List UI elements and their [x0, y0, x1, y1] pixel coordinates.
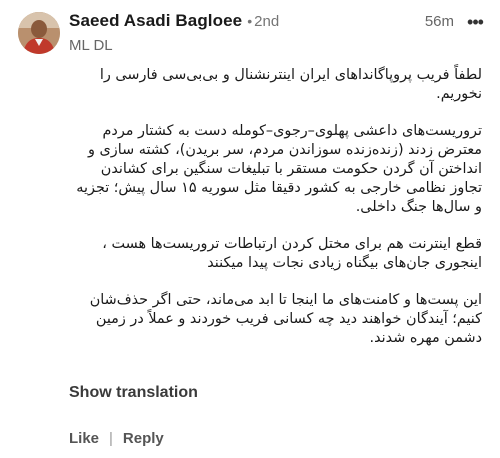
author-name[interactable]: Saeed Asadi Bagloee [69, 11, 242, 30]
action-separator: | [109, 430, 113, 447]
more-horizontal-icon[interactable]: ••• [462, 11, 488, 33]
avatar-image [18, 12, 60, 54]
reply-button[interactable]: Reply [123, 430, 164, 447]
comment-paragraph: لطفاً فریب پروپاگانداهای ایران اینترنشنا… [99, 67, 482, 102]
comment-paragraph: قطع اینترنت هم برای مختل کردن ارتباطات ت… [102, 236, 482, 271]
timestamp: 56m [424, 13, 454, 30]
comment-card: Saeed Asadi Bagloee • 2nd 56m ••• ML DL لط… [0, 0, 500, 458]
avatar[interactable] [18, 12, 60, 54]
comment-header: Saeed Asadi Bagloee • 2nd 56m ••• [69, 11, 488, 35]
comment-body: لطفاً فریب پروپاگانداهای ایران اینترنشنا… [66, 66, 482, 366]
comment-paragraph: تروریست‌های داعشی پهلوی–رجوی–کومله دست ب… [76, 123, 482, 215]
author-headline: ML DL [69, 37, 113, 54]
degree-separator-dot: • [247, 13, 253, 29]
connection-degree: 2nd [254, 13, 280, 30]
comment-paragraph: این پست‌ها و کامنت‌های ما اینجا تا ابد م… [89, 292, 482, 346]
show-translation-button[interactable]: Show translation [69, 384, 198, 402]
like-button[interactable]: Like [69, 430, 99, 447]
comment-actions: Like | Reply [69, 430, 164, 447]
